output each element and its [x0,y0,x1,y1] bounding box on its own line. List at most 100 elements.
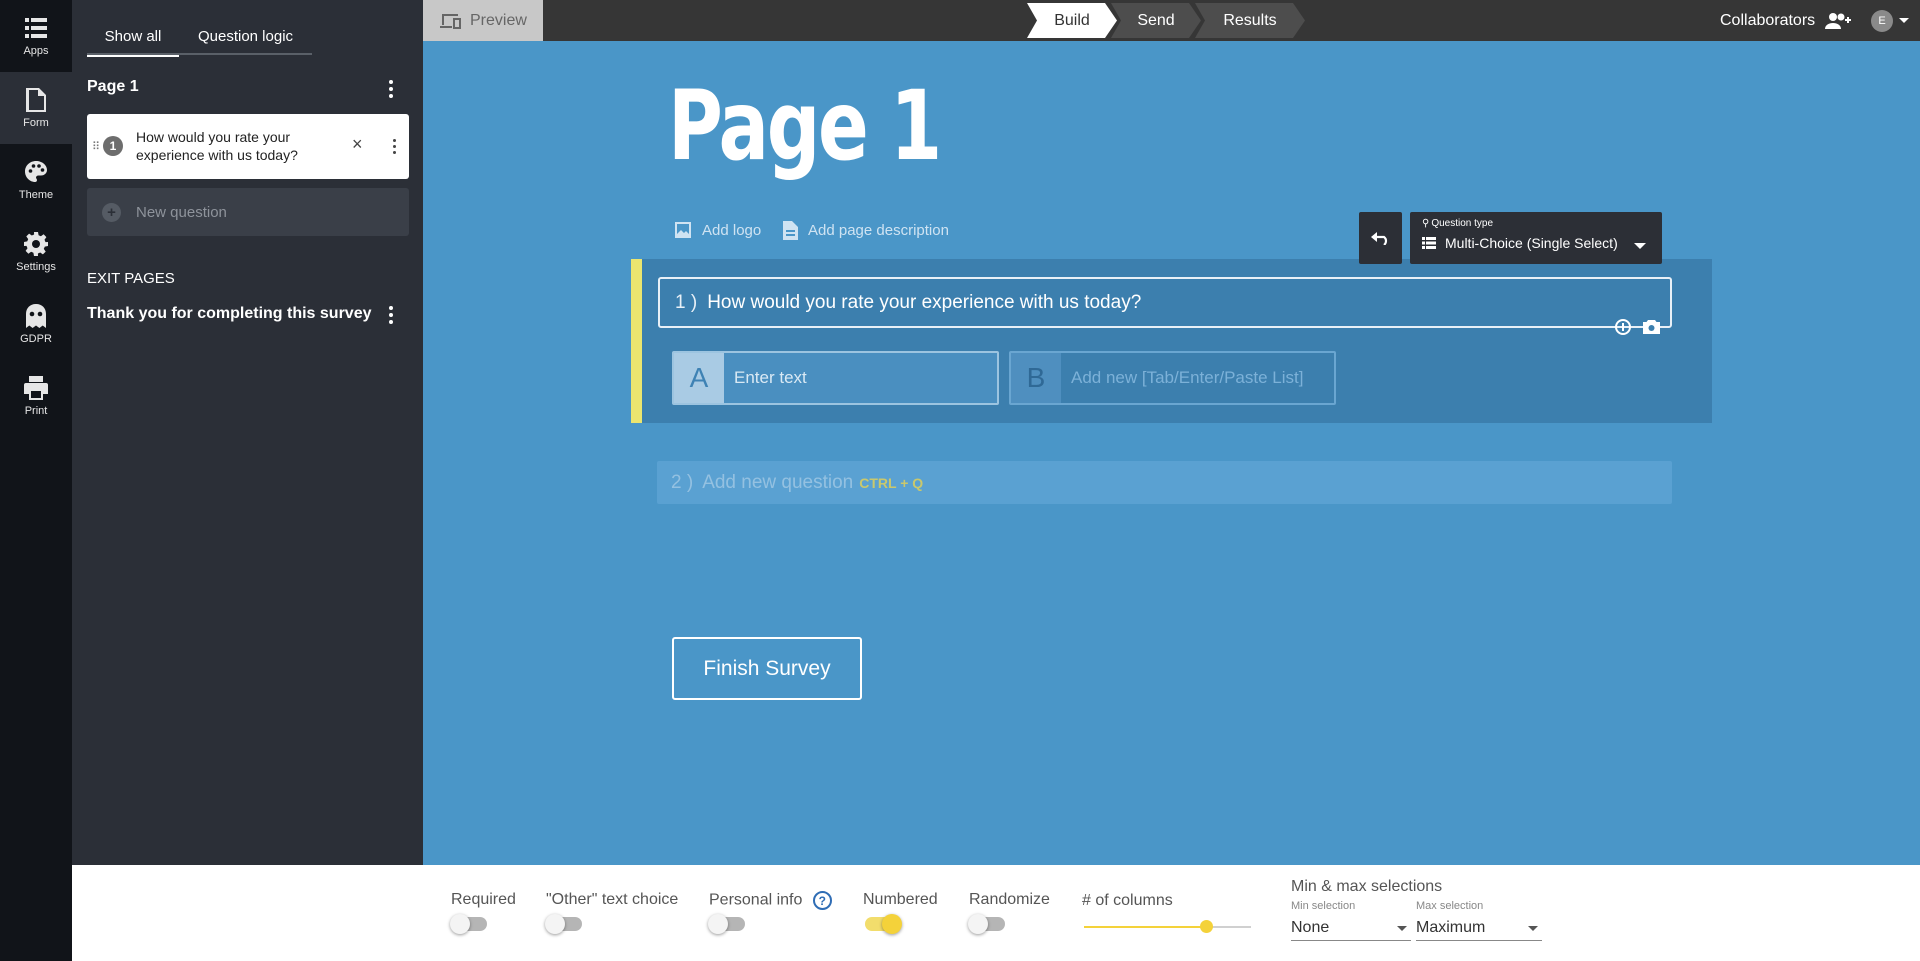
close-icon[interactable]: × [352,134,363,155]
min-selection-value: None [1291,918,1330,936]
rail-item-form[interactable]: Form [0,72,72,144]
collaborators-label: Collaborators [1720,11,1816,29]
question-title-input[interactable]: 1 ) How would you rate your experience w… [658,277,1672,328]
rail-label: Settings [16,261,56,273]
active-question-marker [631,259,642,423]
palette-icon [23,159,49,185]
max-selection-value: Maximum [1416,918,1486,936]
ghost-icon [23,303,49,329]
rail-label: Theme [18,189,54,201]
choice-a[interactable]: A Enter text [672,351,999,405]
step-send[interactable]: Send [1111,3,1201,38]
slider-fill [1084,926,1206,928]
add-logo-button[interactable]: Add logo [674,221,761,239]
required-label: Required [451,891,516,908]
rail-label: GDPR [20,333,52,345]
step-results[interactable]: Results [1195,3,1305,38]
question-type-value-row: Multi-Choice (Single Select) [1422,235,1618,251]
pin-icon: ⚲ [1422,218,1430,229]
gear-icon [23,231,49,257]
add-description-label: Add page description [808,222,949,239]
document-icon [23,87,49,113]
question-type-label: Question type [1431,218,1494,229]
app-rail: Apps Form Theme Settings GDPR Print [0,0,72,961]
help-icon[interactable]: ? [812,891,832,910]
chevron-down-icon [1634,243,1646,249]
rail-item-settings[interactable]: Settings [0,216,72,288]
devices-icon [440,13,461,29]
new-question-button[interactable]: + New question [87,188,409,236]
add-question-number: 2 ) [671,471,694,493]
question-menu-icon[interactable] [384,136,404,156]
finish-survey-button[interactable]: Finish Survey [672,637,862,700]
rail-item-theme[interactable]: Theme [0,144,72,216]
slider-thumb[interactable] [1199,920,1213,933]
question-tools [1614,318,1660,335]
min-selection-select[interactable]: None [1291,915,1411,941]
image-icon [675,222,691,238]
columns-label: # of columns [1082,892,1173,909]
question-type-select[interactable]: ⚲ Question type Multi-Choice (Single Sel… [1410,212,1662,264]
rail-item-apps[interactable]: Apps [0,0,72,72]
preview-label: Preview [470,11,527,29]
new-question-label: New question [136,203,227,221]
question-options-bar: Required "Other" text choice Personal in… [72,865,1920,961]
undo-button[interactable] [1359,212,1402,264]
camera-icon[interactable] [1643,318,1660,335]
personal-info-option: Personal info ? [709,891,832,910]
max-selection-select[interactable]: Maximum [1416,915,1542,941]
drag-handle-icon[interactable]: ⠿ [92,140,100,153]
panel-page-title: Page 1 [87,78,139,95]
tab-question-logic[interactable]: Question logic [179,17,312,55]
add-user-icon [1825,12,1852,29]
step-build[interactable]: Build [1027,3,1117,38]
add-description-button[interactable]: Add page description [783,221,949,240]
personal-info-toggle[interactable] [708,914,745,934]
min-selection-label: Min selection [1291,900,1356,912]
required-toggle[interactable] [450,914,487,934]
other-text-label: "Other" text choice [546,891,679,908]
choice-input[interactable]: Enter text [734,353,807,403]
collaborators-button[interactable]: Collaborators [1720,0,1852,41]
add-question-row[interactable]: 2 ) Add new question CTRL + Q [657,461,1672,504]
plus-icon: + [102,203,121,222]
numbered-label: Numbered [863,891,938,908]
choice-input[interactable]: Add new [Tab/Enter/Paste List] [1071,353,1303,403]
exit-page-item[interactable]: Thank you for completing this survey [87,305,372,323]
structure-panel: Show all Question logic Page 1 ⠿ 1 How w… [72,0,423,865]
add-question-label: Add new question [702,471,854,493]
columns-slider[interactable] [1084,920,1251,933]
exit-pages-heading: EXIT PAGES [87,270,175,287]
rail-label: Apps [23,45,49,57]
exit-page-menu-icon[interactable] [381,305,401,325]
choice-letter: A [674,353,724,403]
question-type-label-row: ⚲ Question type [1422,218,1493,229]
rail-label: Form [23,117,49,129]
preview-button[interactable]: Preview [423,0,543,41]
tab-show-all[interactable]: Show all [87,17,179,57]
chevron-down-icon [1899,18,1909,23]
randomize-label: Randomize [969,891,1050,908]
printer-icon [23,375,49,401]
rail-label: Print [24,405,48,417]
chevron-down-icon [1528,926,1538,931]
document-icon [783,221,798,240]
page-title[interactable]: Page 1 [668,78,942,174]
other-text-toggle[interactable] [545,914,582,934]
rail-item-gdpr[interactable]: GDPR [0,288,72,360]
choice-b[interactable]: B Add new [Tab/Enter/Paste List] [1009,351,1336,405]
numbered-toggle[interactable] [865,914,902,934]
randomize-toggle[interactable] [968,914,1005,934]
max-selection-label: Max selection [1416,900,1484,912]
rail-item-print[interactable]: Print [0,360,72,432]
question-type-value: Multi-Choice (Single Select) [1445,235,1618,251]
personal-info-label: Personal info [709,891,803,909]
question-number: 1 ) [675,291,698,313]
choice-letter: B [1011,353,1061,403]
apps-grid-icon [23,15,49,41]
account-menu[interactable]: E [1871,0,1909,41]
chevron-down-icon [1397,926,1407,931]
page-menu-icon[interactable] [381,79,401,99]
info-icon[interactable] [1614,318,1631,335]
question-card[interactable]: ⠿ 1 How would you rate your experience w… [87,114,409,179]
